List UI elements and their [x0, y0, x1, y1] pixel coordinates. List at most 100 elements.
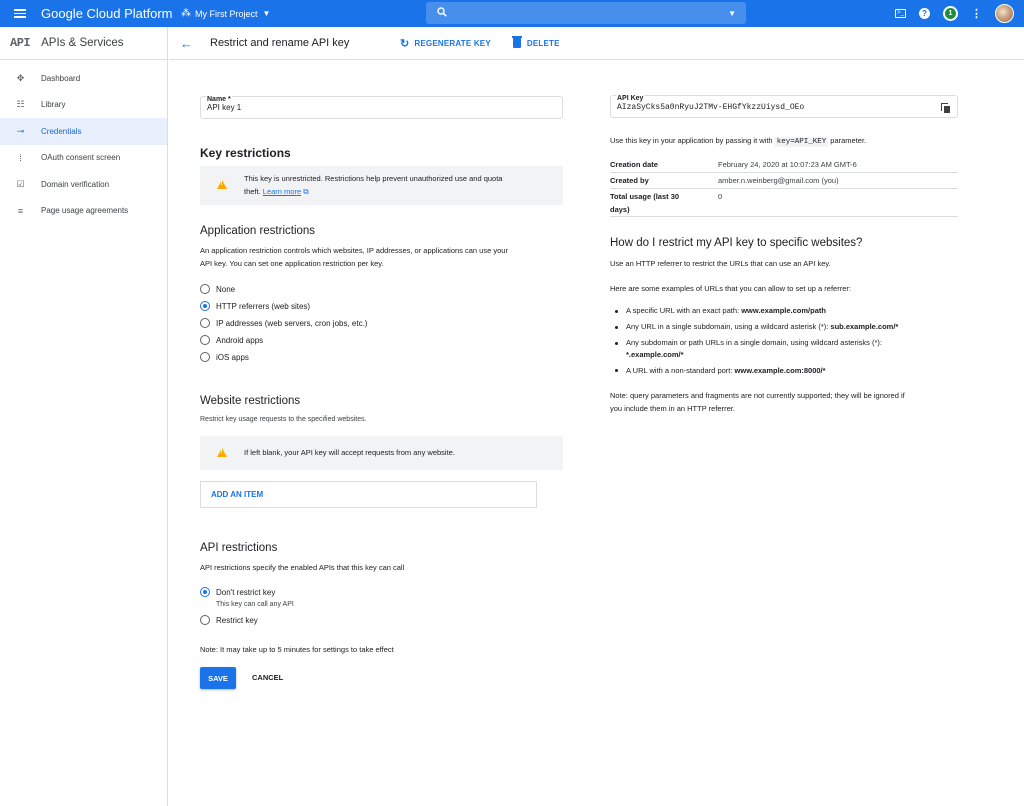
trash-icon — [511, 36, 522, 48]
radio-button[interactable] — [200, 335, 210, 345]
info-key: Total usage (last 30 days) — [610, 192, 680, 214]
external-link-icon[interactable]: ⧉ — [301, 187, 308, 196]
bullet-text: A specific URL with an exact path: — [626, 306, 742, 315]
radio-label: None — [216, 284, 236, 294]
api-restrictions-description: API restrictions specify the enabled API… — [200, 563, 405, 572]
project-icon: ⁂ — [181, 8, 191, 19]
radio-dont-restrict-key[interactable]: Don't restrict key — [200, 587, 275, 597]
application-restrictions-heading: Application restrictions — [200, 225, 316, 237]
radio-button-selected[interactable] — [200, 587, 210, 597]
sidebar-item-library[interactable]: ☷ Library — [0, 92, 167, 119]
radio-ios-apps[interactable]: iOS apps — [200, 352, 249, 362]
sidebar-item-page-usage[interactable]: ≡ Page usage agreements — [0, 198, 167, 225]
list-item: A URL with a non-standard port: www.exam… — [610, 365, 960, 377]
usage-code: key=API_KEY — [774, 137, 829, 147]
add-an-item-button[interactable]: ADD AN ITEM — [200, 481, 537, 508]
avatar[interactable] — [995, 4, 1014, 23]
info-row-creation-date: Creation date February 24, 2020 at 10:07… — [610, 155, 958, 173]
radio-label: Android apps — [216, 335, 264, 345]
sidebar-item-credentials[interactable]: ⊸ Credentials — [0, 118, 167, 145]
info-row-created-by: Created by amber.n.weinberg@gmail.com (y… — [610, 173, 958, 189]
dashboard-icon: ✥ — [16, 72, 25, 83]
project-name: My First Project — [195, 8, 258, 19]
learn-more-link[interactable]: Learn more — [263, 187, 301, 196]
delete-label: DELETE — [526, 38, 560, 48]
app-desc-line2: API key. You can set one application res… — [200, 259, 384, 268]
key-icon: ⊸ — [16, 125, 25, 136]
regenerate-key-label: REGENERATE KEY — [414, 38, 491, 48]
sidebar-item-dashboard[interactable]: ✥ Dashboard — [0, 65, 167, 92]
action-bar: ← Restrict and rename API key ↻ REGENERA… — [169, 27, 1024, 60]
api-logo: API — [10, 36, 31, 50]
list-item: A specific URL with an exact path: www.e… — [610, 305, 960, 317]
radio-http-referrers[interactable]: HTTP referrers (web sites) — [200, 301, 310, 311]
copy-icon[interactable] — [941, 103, 950, 113]
sidebar: API APIs & Services ✥ Dashboard ☷ Librar… — [0, 27, 168, 806]
info-value: 0 — [718, 192, 723, 201]
application-restrictions-description: An application restriction controls whic… — [200, 244, 508, 270]
help-examples-intro: Here are some examples of URLs that you … — [610, 284, 851, 293]
back-arrow-icon[interactable]: ← — [180, 36, 210, 51]
unrestricted-warning-text: This key is unrestricted. Restrictions h… — [244, 172, 502, 198]
api-key-label: API Key — [616, 95, 645, 102]
project-selector[interactable]: ⁂ My First Project ▼ — [181, 8, 421, 19]
sidebar-item-label: Dashboard — [41, 73, 81, 83]
api-key-usage-text: Use this key in your application by pass… — [610, 134, 866, 149]
help-icon[interactable]: ? — [919, 8, 930, 19]
agreements-icon: ≡ — [17, 205, 24, 216]
radio-button[interactable] — [200, 318, 210, 328]
info-value: February 24, 2020 at 10:07:23 AM GMT-6 — [718, 160, 857, 169]
main-menu-button[interactable] — [0, 0, 40, 27]
refresh-icon: ↻ — [400, 37, 410, 50]
radio-button-selected[interactable] — [200, 301, 210, 311]
cloud-shell-icon[interactable]: >_ — [895, 9, 906, 18]
api-key-field: API Key AIzaSyCks5a0nRyuJ2TMv-EHGfYkzzUi… — [610, 95, 958, 118]
info-value: amber.n.weinberg@gmail.com (you) — [718, 176, 839, 185]
chevron-down-icon: ▼ — [262, 9, 271, 18]
settings-note: Note: It may take up to 5 minutes for se… — [200, 645, 394, 654]
website-restrictions-heading: Website restrictions — [200, 395, 301, 407]
page-title: Restrict and rename API key — [210, 37, 350, 49]
website-restrictions-description: Restrict key usage requests to the speci… — [200, 416, 367, 423]
referrer-examples-list: A specific URL with an exact path: www.e… — [610, 305, 960, 381]
unrestricted-warning-line1: This key is unrestricted. Restrictions h… — [244, 174, 503, 183]
list-item: Any URL in a single subdomain, using a w… — [610, 321, 960, 333]
help-heading: How do I restrict my API key to specific… — [610, 237, 863, 249]
radio-button[interactable] — [200, 284, 210, 294]
name-input[interactable]: API key 1 — [207, 103, 241, 112]
brand-title[interactable]: Google Cloud Platform — [41, 6, 181, 21]
sidebar-item-label: Library — [41, 100, 66, 110]
key-restrictions-heading: Key restrictions — [200, 146, 291, 160]
dont-restrict-sublabel: This key can call any API — [216, 601, 294, 608]
sidebar-item-domain-verification[interactable]: ☑ Domain verification — [0, 171, 167, 198]
more-options-icon[interactable]: ⋮ — [971, 7, 982, 20]
radio-label: iOS apps — [216, 352, 249, 362]
library-icon: ☷ — [16, 99, 25, 110]
warning-icon — [217, 180, 227, 189]
radio-ip-addresses[interactable]: IP addresses (web servers, cron jobs, et… — [200, 318, 367, 328]
search-bar[interactable]: ▼ — [426, 2, 746, 24]
delete-button[interactable]: DELETE — [511, 36, 560, 48]
radio-button[interactable] — [200, 352, 210, 362]
sidebar-item-oauth-consent[interactable]: ⁞ OAuth consent screen — [0, 145, 167, 172]
search-dropdown-icon[interactable]: ▼ — [728, 9, 736, 18]
name-field[interactable]: Name * API key 1 — [200, 96, 563, 119]
radio-label: Restrict key — [216, 615, 258, 625]
notifications-button[interactable]: 1 — [943, 6, 958, 21]
radio-android-apps[interactable]: Android apps — [200, 335, 263, 345]
radio-button[interactable] — [200, 615, 210, 625]
help-intro: Use an HTTP referrer to restrict the URL… — [610, 259, 831, 268]
radio-restrict-key[interactable]: Restrict key — [200, 615, 258, 625]
bullet-text: Any subdomain or path URLs in a single d… — [626, 338, 882, 347]
domain-icon: ☑ — [16, 178, 25, 189]
app-desc-line1: An application restriction controls whic… — [200, 246, 508, 255]
sidebar-header: API APIs & Services — [0, 27, 167, 60]
bullet-text: Any URL in a single subdomain, using a w… — [626, 322, 831, 331]
radio-none[interactable]: None — [200, 284, 235, 294]
api-restrictions-heading: API restrictions — [200, 542, 278, 554]
save-button[interactable]: SAVE — [200, 667, 236, 689]
cancel-button[interactable]: CANCEL — [252, 673, 283, 682]
sidebar-item-label: Page usage agreements — [41, 206, 129, 216]
api-key-value[interactable]: AIzaSyCks5a0nRyuJ2TMv-EHGfYkzzUiysd_OEo — [617, 103, 804, 112]
regenerate-key-button[interactable]: ↻ REGENERATE KEY — [400, 37, 491, 50]
